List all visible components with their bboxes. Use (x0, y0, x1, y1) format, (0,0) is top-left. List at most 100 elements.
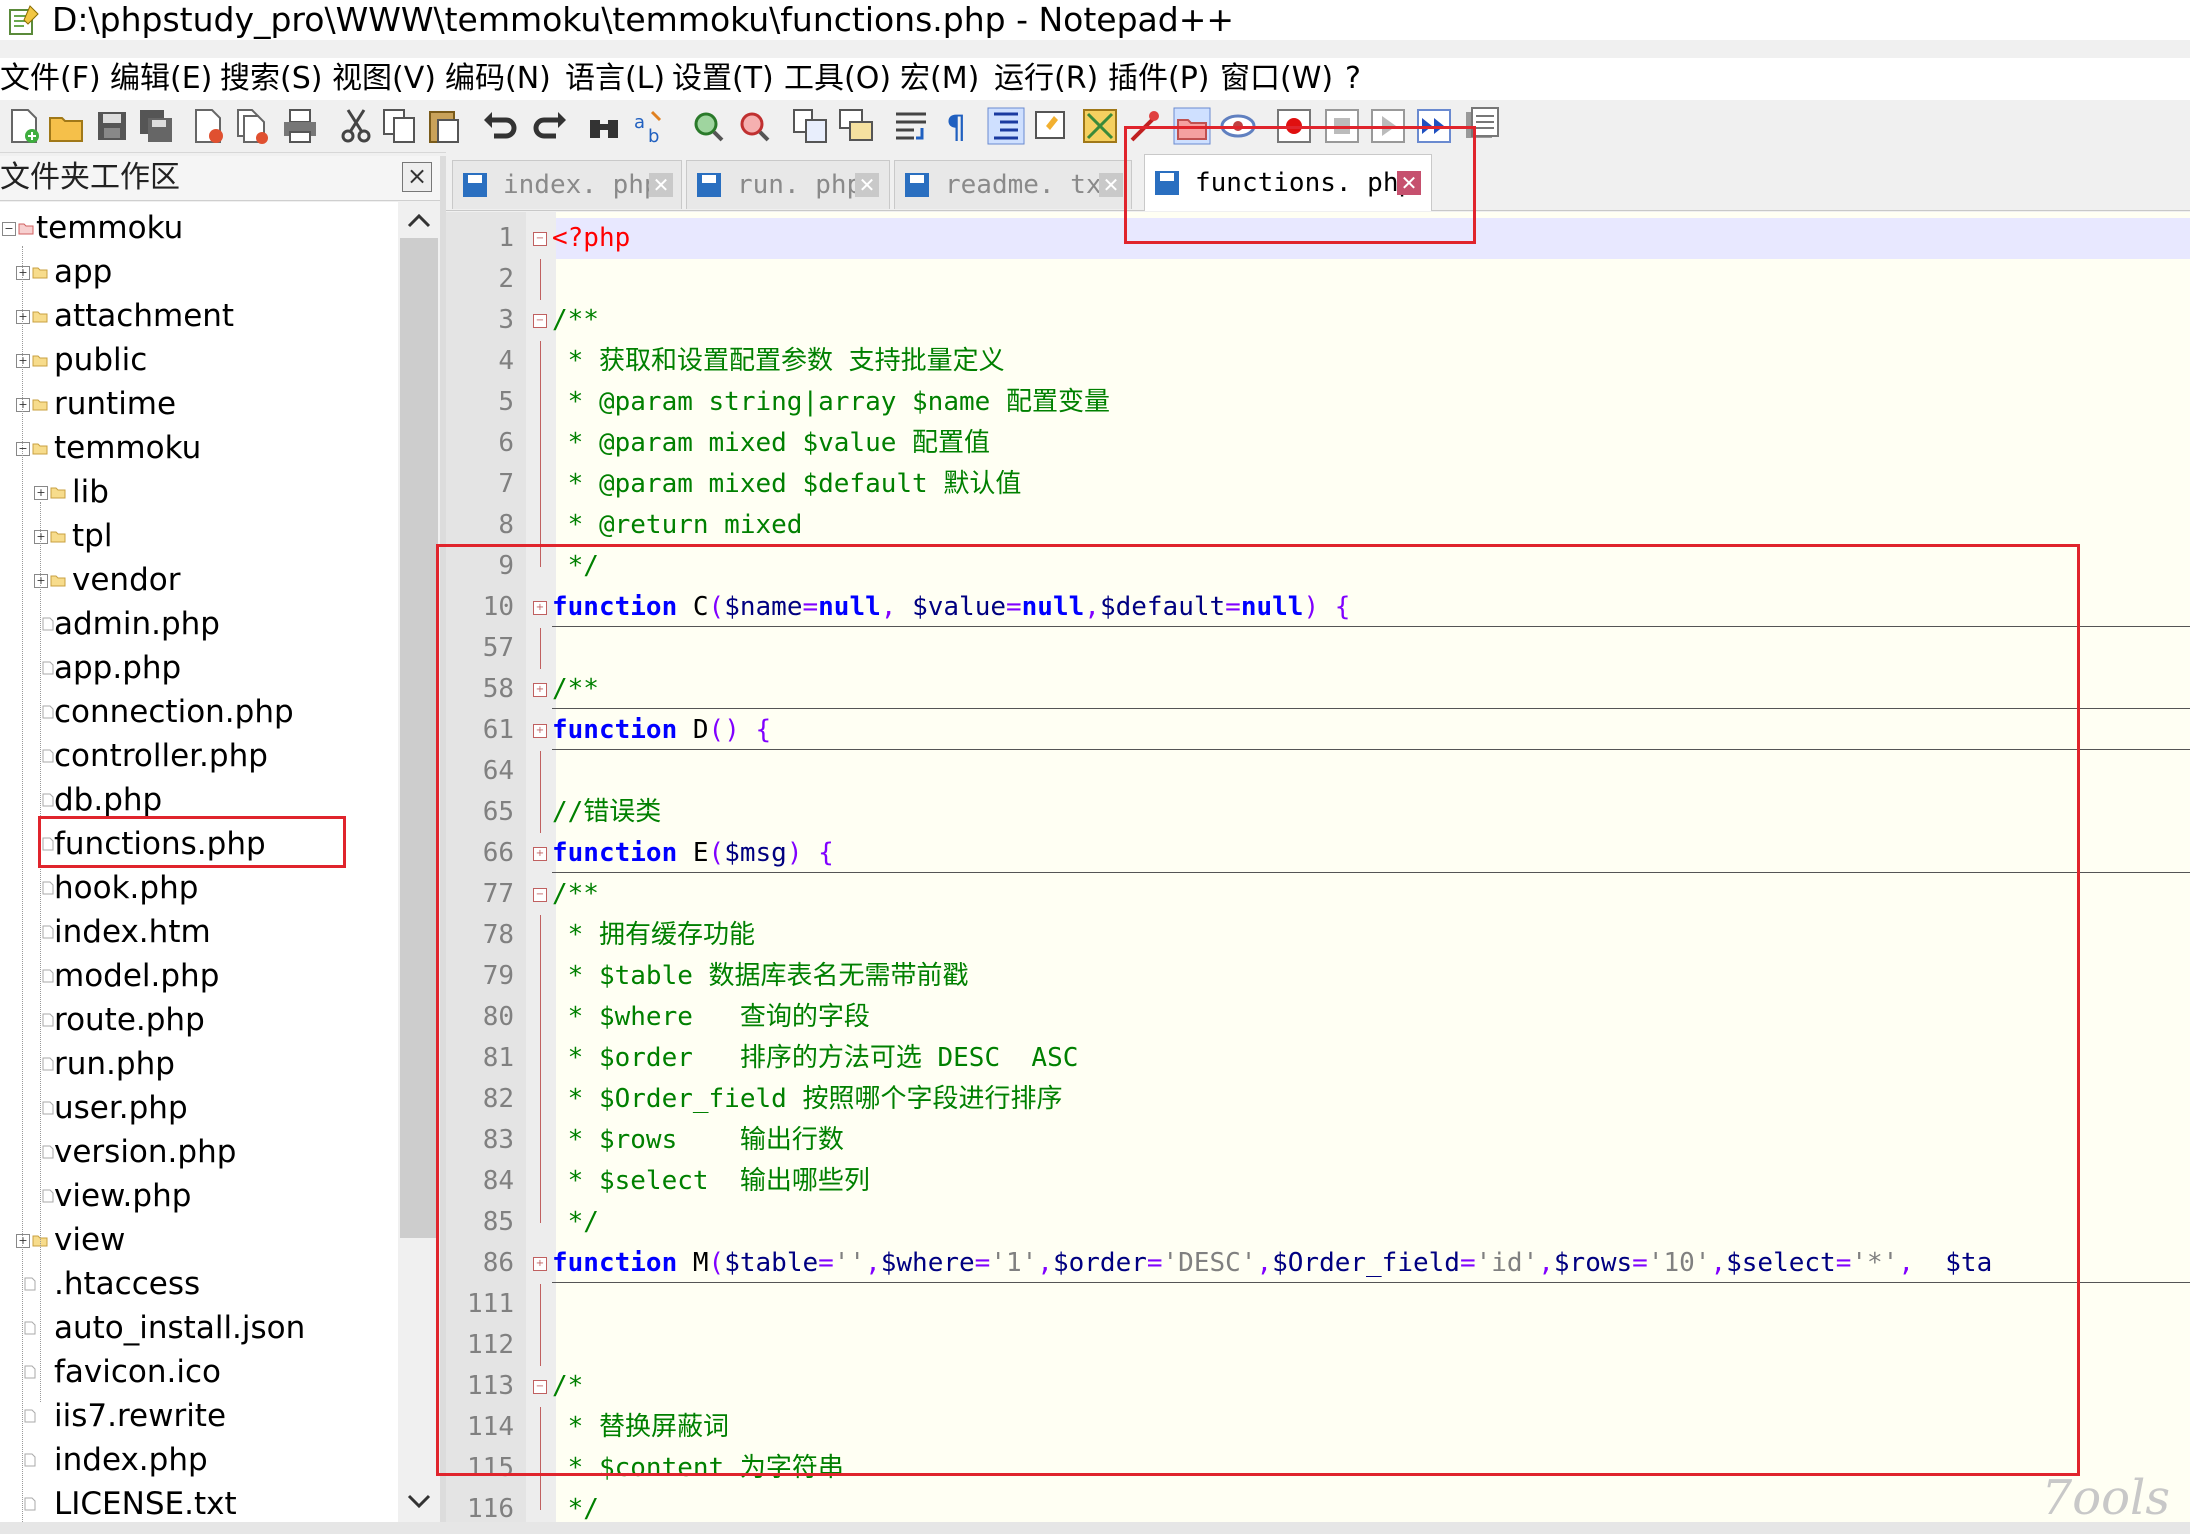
print-icon[interactable] (280, 106, 320, 146)
tab-close-icon[interactable]: ✕ (855, 173, 879, 197)
zoom-out-icon[interactable] (734, 106, 774, 146)
tree-scrollbar-thumb[interactable] (400, 238, 438, 1238)
tree-item[interactable]: lib (72, 470, 109, 514)
tree-expander-icon[interactable]: + (16, 398, 30, 412)
tree-expander-icon[interactable]: − (16, 442, 30, 456)
tree-item[interactable]: attachment (54, 294, 234, 338)
tab-close-icon[interactable]: ✕ (1099, 173, 1123, 197)
document-map-icon[interactable] (1080, 106, 1120, 146)
menu-encoding[interactable]: 编码(N) (445, 58, 551, 100)
tree-expander-icon[interactable]: + (34, 486, 48, 500)
sync-vertical-icon[interactable] (790, 106, 830, 146)
redo-icon[interactable] (530, 106, 570, 146)
tree-item[interactable]: route.php (54, 998, 205, 1042)
tree-item[interactable]: auto_install.json (54, 1306, 305, 1350)
tree-expander-icon[interactable]: + (16, 266, 30, 280)
menu-run[interactable]: 运行(R) (994, 58, 1098, 100)
fold-guide-line (540, 505, 541, 546)
menu-tools[interactable]: 工具(O) (784, 58, 891, 100)
menu-settings[interactable]: 设置(T) (672, 58, 774, 100)
menu-language[interactable]: 语言(L) (565, 58, 665, 100)
line-number: 7 (498, 469, 514, 499)
close-panel-button[interactable]: × (402, 162, 432, 192)
tree-item[interactable]: run.php (54, 1042, 175, 1086)
tree-expander-icon[interactable]: + (16, 310, 30, 324)
tree-item[interactable]: vendor (72, 558, 180, 602)
tree-item[interactable]: user.php (54, 1086, 188, 1130)
tree-expander-icon[interactable]: + (16, 354, 30, 368)
undo-icon[interactable] (480, 106, 520, 146)
tab-close-icon[interactable]: ✕ (649, 173, 673, 197)
tree-guide-line (22, 246, 23, 1522)
tree-item[interactable]: LICENSE.txt (54, 1482, 237, 1522)
code-line[interactable]: /** (552, 300, 599, 341)
tree-expander-icon[interactable]: + (34, 530, 48, 544)
paste-icon[interactable] (424, 106, 464, 146)
tree-item[interactable]: view.php (54, 1174, 191, 1218)
menu-bar: 文件(F) 编辑(E) 搜索(S) 视图(V) 编码(N) 语言(L) 设置(T… (0, 58, 2190, 100)
tree-item[interactable]: model.php (54, 954, 219, 998)
tree-item[interactable]: temmoku (54, 426, 201, 470)
zoom-in-icon[interactable] (688, 106, 728, 146)
code-line[interactable]: * @return mixed (552, 505, 803, 546)
tree-item[interactable]: runtime (54, 382, 176, 426)
root-folder-icon (18, 223, 34, 235)
tree-item[interactable]: view (54, 1218, 125, 1262)
indent-guide-icon[interactable] (986, 106, 1026, 146)
tree-item[interactable]: public (54, 338, 147, 382)
menu-view[interactable]: 视图(V) (332, 58, 436, 100)
menu-file[interactable]: 文件(F) (0, 58, 101, 100)
save-all-icon[interactable] (136, 106, 176, 146)
code-line[interactable]: <?php (552, 218, 630, 259)
fold-collapse-icon[interactable]: − (533, 232, 547, 246)
tree-item[interactable]: index.htm (54, 910, 211, 954)
open-file-icon[interactable] (46, 106, 86, 146)
sync-horizontal-icon[interactable] (836, 106, 876, 146)
tree-item[interactable]: app (54, 250, 112, 294)
menu-edit[interactable]: 编辑(E) (110, 58, 212, 100)
user-language-icon[interactable] (1032, 106, 1072, 146)
show-all-chars-icon[interactable]: ¶ (938, 106, 978, 146)
find-icon[interactable] (584, 106, 624, 146)
fold-collapse-icon[interactable]: − (533, 314, 547, 328)
code-line[interactable]: * @param mixed $value 配置值 (552, 423, 990, 464)
tree-expander-icon[interactable]: + (34, 574, 48, 588)
tab-readme-txt[interactable]: readme. txt ✕ (894, 160, 1132, 209)
menu-search[interactable]: 搜索(S) (220, 58, 322, 100)
new-file-icon[interactable] (4, 106, 44, 146)
tree-expander-icon[interactable]: + (16, 1234, 30, 1248)
tree-item[interactable]: version.php (54, 1130, 236, 1174)
code-line[interactable]: * @param mixed $default 默认值 (552, 464, 1022, 505)
tree-expander-icon[interactable]: − (2, 222, 16, 236)
tree-item[interactable]: favicon.ico (54, 1350, 221, 1394)
tab-index-php[interactable]: index. php ✕ (452, 160, 682, 209)
tree-item[interactable]: hook.php (54, 866, 198, 910)
tree-item[interactable]: index.php (54, 1438, 208, 1482)
save-icon[interactable] (92, 106, 132, 146)
tree-item[interactable]: iis7.rewrite (54, 1394, 226, 1438)
tree-item[interactable]: temmoku (36, 206, 183, 250)
close-icon[interactable] (188, 106, 228, 146)
tree-item[interactable]: app.php (54, 646, 181, 690)
word-wrap-icon[interactable] (892, 106, 932, 146)
close-all-icon[interactable] (232, 106, 272, 146)
code-line[interactable]: * 获取和设置配置参数 支持批量定义 (552, 341, 1005, 382)
menu-macro[interactable]: 宏(M) (900, 58, 979, 100)
cut-icon[interactable] (336, 106, 376, 146)
tree-item[interactable]: connection.php (54, 690, 294, 734)
tree-item[interactable]: .htaccess (54, 1262, 200, 1306)
tab-run-php[interactable]: run. php ✕ (686, 160, 890, 209)
menu-window[interactable]: 窗口(W) (1220, 58, 1333, 100)
scroll-down-icon[interactable] (406, 1492, 432, 1512)
tree-item[interactable]: admin.php (54, 602, 220, 646)
replace-icon[interactable]: ab (630, 106, 670, 146)
tree-item[interactable]: controller.php (54, 734, 268, 778)
menu-help[interactable]: ? (1345, 58, 1361, 100)
code-line[interactable]: * @param string|array $name 配置变量 (552, 382, 1110, 423)
copy-icon[interactable] (380, 106, 420, 146)
code-line[interactable]: */ (552, 1489, 599, 1522)
menu-plugins[interactable]: 插件(P) (1108, 58, 1210, 100)
tree-guide-line (40, 502, 41, 1402)
scroll-up-icon[interactable] (406, 210, 432, 230)
tree-item[interactable]: tpl (72, 514, 112, 558)
